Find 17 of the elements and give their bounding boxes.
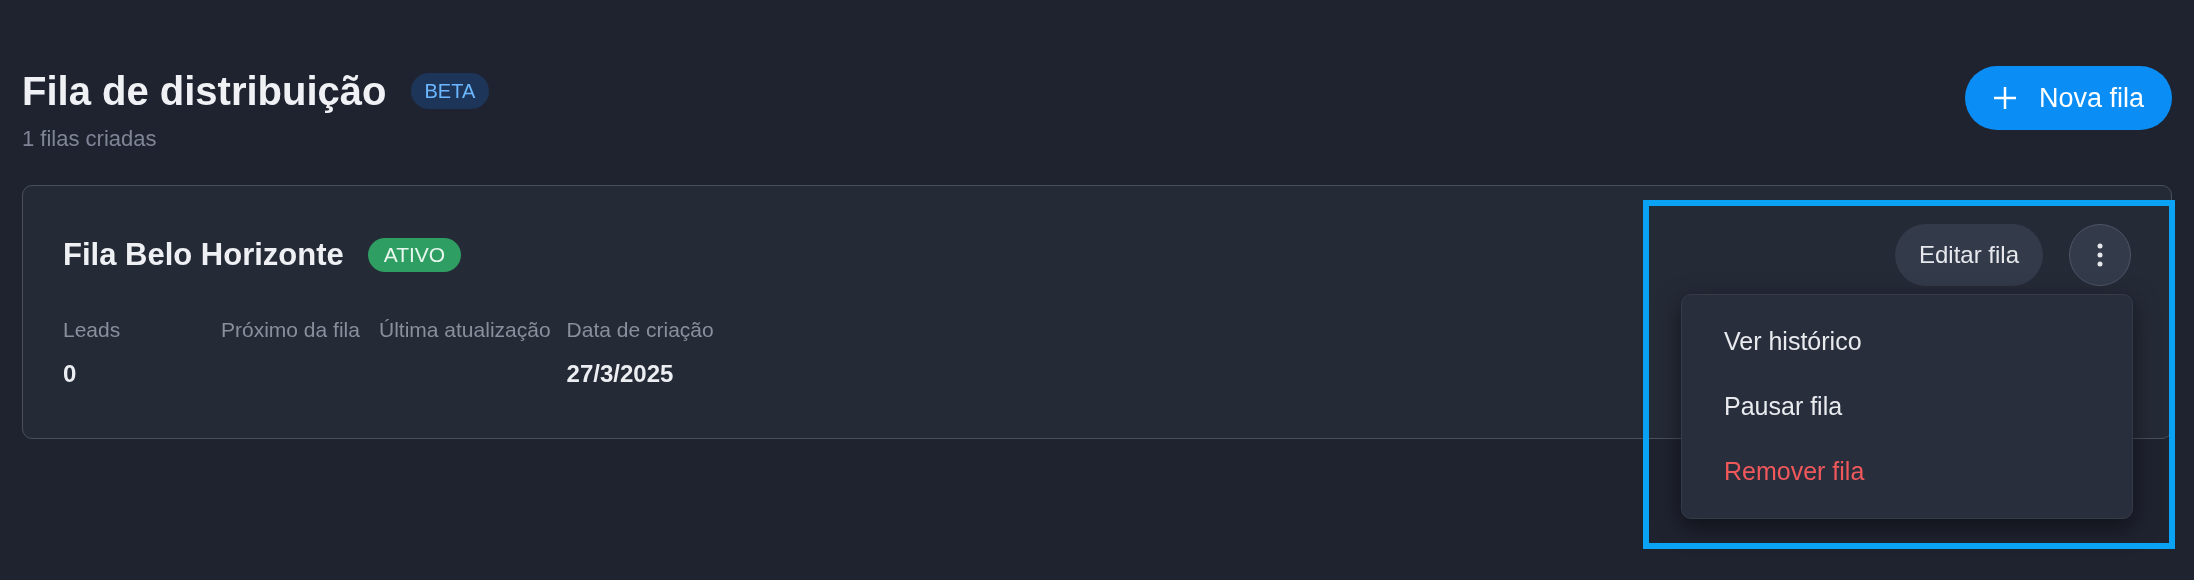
status-badge: ATIVO: [367, 238, 462, 273]
queue-name: Fila Belo Horizonte: [63, 236, 344, 274]
page-title: Fila de distribuição: [22, 68, 387, 115]
beta-badge: BETA: [410, 73, 490, 109]
plus-icon: [1992, 86, 2017, 110]
field-label: Próximo da fila: [221, 318, 361, 340]
queue-count: 1 filas criadas: [22, 125, 158, 153]
menu-item[interactable]: Remover fila: [1682, 439, 2132, 504]
field-label: Leads: [63, 318, 122, 340]
edit-button[interactable]: Editar fila: [1894, 224, 2043, 286]
menu-item[interactable]: Ver histórico: [1682, 309, 2132, 374]
field-value: 27/3/2025: [566, 361, 675, 386]
more-icon: [2097, 243, 2103, 267]
menu-item[interactable]: Pausar fila: [1682, 374, 2132, 439]
field-label: Data de criação: [566, 318, 714, 340]
field-value: 0: [63, 361, 78, 386]
field-label: Última atualização: [379, 318, 551, 340]
